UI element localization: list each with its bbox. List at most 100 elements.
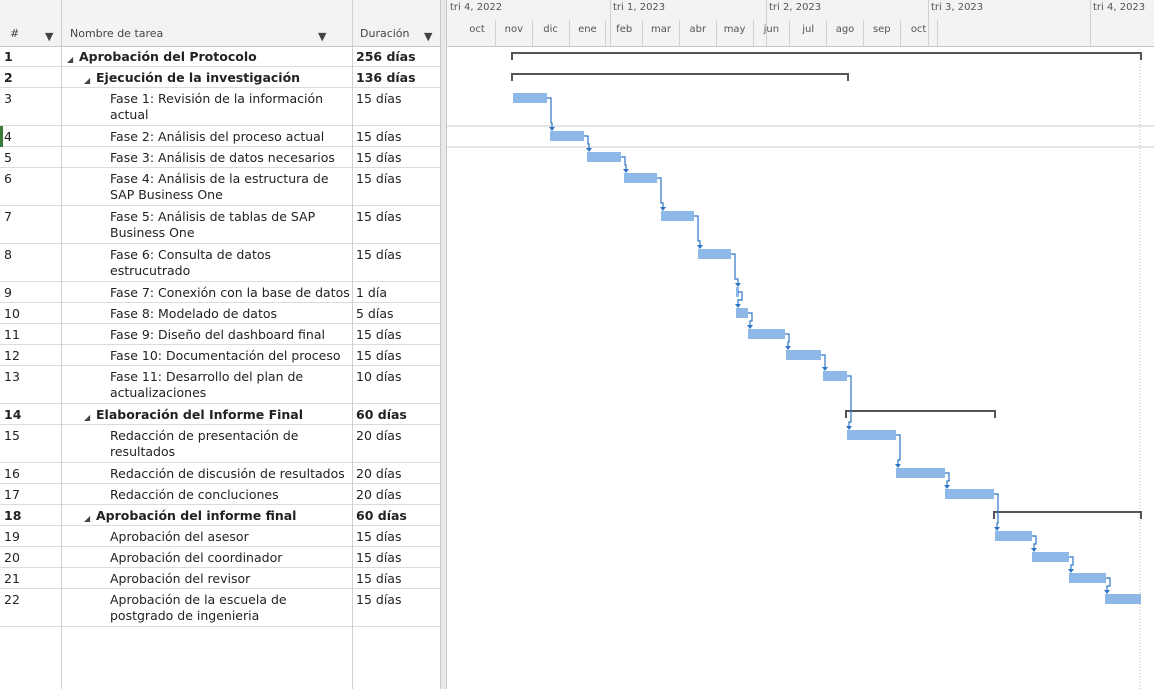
task-duration[interactable]: 15 días bbox=[356, 247, 436, 263]
task-bar[interactable] bbox=[661, 211, 694, 221]
task-bar[interactable] bbox=[736, 308, 748, 318]
summary-bar[interactable] bbox=[845, 410, 996, 418]
task-name[interactable]: Fase 11: Desarrollo del plan de actualiz… bbox=[110, 369, 350, 401]
summary-bar[interactable] bbox=[511, 73, 849, 81]
task-name[interactable]: Aprobación de la escuela de postgrado de… bbox=[110, 592, 350, 624]
column-menu-arrow-icon[interactable]: ▼ bbox=[318, 30, 326, 43]
task-duration[interactable]: 15 días bbox=[356, 550, 436, 566]
task-bar[interactable] bbox=[847, 430, 896, 440]
table-row[interactable]: 3 Fase 1: Revisión de la información actu… bbox=[0, 88, 440, 126]
table-row[interactable]: 14 ◢ Elaboración del Informe Final 60 días bbox=[0, 404, 440, 425]
task-duration[interactable]: 15 días bbox=[356, 209, 436, 225]
task-name[interactable]: Redacción de discusión de resultados bbox=[110, 466, 350, 482]
task-name[interactable]: Aprobación del coordinador bbox=[110, 550, 350, 566]
task-duration[interactable]: 15 días bbox=[356, 571, 436, 587]
table-row[interactable]: 15 Redacción de presentación de resultado… bbox=[0, 425, 440, 463]
task-name[interactable]: Redacción de concluciones bbox=[110, 487, 350, 503]
task-duration[interactable]: 15 días bbox=[356, 91, 436, 107]
table-row[interactable]: 5 Fase 3: Análisis de datos necesarios 15 … bbox=[0, 147, 440, 168]
column-menu-arrow-icon[interactable]: ▼ bbox=[45, 30, 53, 43]
task-duration[interactable]: 20 días bbox=[356, 487, 436, 503]
task-name[interactable]: Aprobación del Protocolo bbox=[79, 49, 350, 65]
table-row[interactable]: 10 Fase 8: Modelado de datos 5 días bbox=[0, 303, 440, 324]
task-name[interactable]: Fase 3: Análisis de datos necesarios bbox=[110, 150, 350, 166]
task-bar[interactable] bbox=[698, 249, 731, 259]
task-bar[interactable] bbox=[1069, 573, 1106, 583]
collapse-triangle-icon[interactable]: ◢ bbox=[84, 511, 90, 527]
task-name[interactable]: Fase 9: Diseño del dashboard final bbox=[110, 327, 350, 343]
task-duration[interactable]: 15 días bbox=[356, 327, 436, 343]
task-duration[interactable]: 15 días bbox=[356, 529, 436, 545]
table-row[interactable]: 21 Aprobación del revisor 15 días bbox=[0, 568, 440, 589]
task-duration[interactable]: 60 días bbox=[356, 508, 436, 524]
task-bar[interactable] bbox=[1105, 594, 1141, 604]
task-bar[interactable] bbox=[786, 350, 821, 360]
table-row[interactable]: 22 Aprobación de la escuela de postgrado … bbox=[0, 589, 440, 627]
task-bar[interactable] bbox=[748, 329, 785, 339]
task-name[interactable]: Aprobación del asesor bbox=[110, 529, 350, 545]
task-name[interactable]: Fase 4: Análisis de la estructura de SAP… bbox=[110, 171, 350, 203]
column-header-id[interactable]: # bbox=[10, 27, 19, 40]
task-name[interactable]: Fase 1: Revisión de la información actua… bbox=[110, 91, 350, 123]
task-name[interactable]: Fase 2: Análisis del proceso actual bbox=[110, 129, 350, 145]
task-duration[interactable]: 1 día bbox=[356, 285, 436, 301]
task-bar[interactable] bbox=[550, 131, 584, 141]
task-bar[interactable] bbox=[624, 173, 657, 183]
task-name[interactable]: Fase 5: Análisis de tablas de SAP Busine… bbox=[110, 209, 350, 241]
task-bar[interactable] bbox=[995, 531, 1032, 541]
task-duration[interactable]: 256 días bbox=[356, 49, 436, 65]
table-row[interactable]: 9 Fase 7: Conexión con la base de datos 1 … bbox=[0, 282, 440, 303]
task-name[interactable]: Elaboración del Informe Final bbox=[96, 407, 350, 423]
task-duration[interactable]: 60 días bbox=[356, 407, 436, 423]
task-name[interactable]: Aprobación del informe final bbox=[96, 508, 350, 524]
task-duration[interactable]: 15 días bbox=[356, 171, 436, 187]
column-header-duration[interactable]: Duración bbox=[360, 27, 410, 40]
task-duration[interactable]: 15 días bbox=[356, 348, 436, 364]
task-duration[interactable]: 15 días bbox=[356, 150, 436, 166]
pane-splitter[interactable] bbox=[440, 0, 447, 689]
task-duration[interactable]: 20 días bbox=[356, 466, 436, 482]
task-duration[interactable]: 5 días bbox=[356, 306, 436, 322]
task-name[interactable]: Fase 8: Modelado de datos bbox=[110, 306, 350, 322]
collapse-triangle-icon[interactable]: ◢ bbox=[67, 52, 73, 68]
task-name[interactable]: Fase 7: Conexión con la base de datos bbox=[110, 285, 350, 301]
summary-bar[interactable] bbox=[993, 511, 1142, 519]
column-header-name[interactable]: Nombre de tarea bbox=[70, 27, 163, 40]
task-name[interactable]: Aprobación del revisor bbox=[110, 571, 350, 587]
collapse-triangle-icon[interactable]: ◢ bbox=[84, 410, 90, 426]
table-row[interactable]: 1 ◢ Aprobación del Protocolo 256 días bbox=[0, 46, 440, 67]
dependency-link bbox=[584, 135, 590, 150]
task-duration[interactable]: 10 días bbox=[356, 369, 436, 385]
table-row[interactable]: 6 Fase 4: Análisis de la estructura de SA… bbox=[0, 168, 440, 206]
table-row[interactable]: 20 Aprobación del coordinador 15 días bbox=[0, 547, 440, 568]
task-bar[interactable] bbox=[896, 468, 945, 478]
table-row[interactable]: 11 Fase 9: Diseño del dashboard final 15 d… bbox=[0, 324, 440, 345]
task-bar[interactable] bbox=[1032, 552, 1069, 562]
table-row[interactable]: 2 ◢ Ejecución de la investigación 136 días bbox=[0, 67, 440, 88]
table-row[interactable]: 7 Fase 5: Análisis de tablas de SAP Busin… bbox=[0, 206, 440, 244]
task-name[interactable]: Redacción de presentación de resultados bbox=[110, 428, 350, 460]
table-row[interactable]: 8 Fase 6: Consulta de datos estrucutrado 1… bbox=[0, 244, 440, 282]
task-duration[interactable]: 20 días bbox=[356, 428, 436, 444]
task-name[interactable]: Fase 6: Consulta de datos estrucutrado bbox=[110, 247, 350, 279]
dependency-link bbox=[785, 333, 790, 348]
task-bar[interactable] bbox=[513, 93, 547, 103]
task-bar[interactable] bbox=[587, 152, 621, 162]
task-bar[interactable] bbox=[823, 371, 847, 381]
table-row[interactable]: 12 Fase 10: Documentación del proceso 15 d… bbox=[0, 345, 440, 366]
table-row[interactable]: 19 Aprobación del asesor 15 días bbox=[0, 526, 440, 547]
table-row[interactable]: 13 Fase 11: Desarrollo del plan de actual… bbox=[0, 366, 440, 404]
table-row[interactable]: 18 ◢ Aprobación del informe final 60 días bbox=[0, 505, 440, 526]
task-bar[interactable] bbox=[945, 489, 994, 499]
table-row[interactable]: 17 Redacción de concluciones 20 días bbox=[0, 484, 440, 505]
task-duration[interactable]: 136 días bbox=[356, 70, 436, 86]
collapse-triangle-icon[interactable]: ◢ bbox=[84, 73, 90, 89]
summary-bar[interactable] bbox=[511, 52, 1142, 60]
table-row[interactable]: 16 Redacción de discusión de resultados 20… bbox=[0, 463, 440, 484]
task-name[interactable]: Fase 10: Documentación del proceso bbox=[110, 348, 350, 364]
table-row[interactable]: 4 Fase 2: Análisis del proceso actual 15 d… bbox=[0, 126, 440, 147]
task-name[interactable]: Ejecución de la investigación bbox=[96, 70, 350, 86]
task-duration[interactable]: 15 días bbox=[356, 129, 436, 145]
column-menu-arrow-icon[interactable]: ▼ bbox=[424, 30, 432, 43]
task-duration[interactable]: 15 días bbox=[356, 592, 436, 608]
